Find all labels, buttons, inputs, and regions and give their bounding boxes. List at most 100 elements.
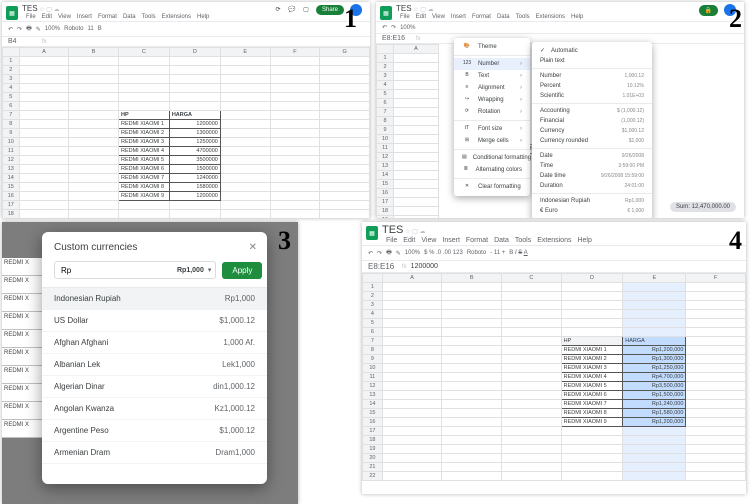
menu-item-number[interactable]: 123Number›: [454, 58, 530, 70]
cell[interactable]: [502, 418, 562, 427]
name-box[interactable]: E8:E16: [368, 262, 398, 271]
share-button[interactable]: Share: [316, 5, 344, 15]
cell[interactable]: [69, 147, 119, 156]
cell[interactable]: [270, 102, 320, 111]
cell[interactable]: [19, 183, 69, 192]
row-header[interactable]: 18: [363, 436, 383, 445]
cell[interactable]: [561, 301, 623, 310]
cell[interactable]: [270, 210, 320, 219]
cell[interactable]: [442, 373, 502, 382]
menu-format[interactable]: Format: [98, 14, 117, 20]
menu-item-wrapping[interactable]: ↪Wrapping›: [454, 94, 530, 106]
row-header[interactable]: 20: [363, 454, 383, 463]
cell[interactable]: [69, 174, 119, 183]
menu-help[interactable]: Help: [197, 14, 209, 20]
cell[interactable]: [382, 445, 442, 454]
cell[interactable]: [502, 292, 562, 301]
cell[interactable]: [442, 283, 502, 292]
cell[interactable]: [270, 165, 320, 174]
redo-icon[interactable]: ↷: [17, 26, 22, 33]
menu-data[interactable]: Data: [123, 14, 136, 20]
row-header[interactable]: 2: [363, 292, 383, 301]
cell[interactable]: [270, 84, 320, 93]
cell[interactable]: [19, 147, 69, 156]
cell[interactable]: [169, 201, 220, 210]
star-icon[interactable]: ☆: [39, 7, 44, 13]
cell[interactable]: [320, 75, 370, 84]
cell[interactable]: [220, 66, 270, 75]
cell[interactable]: [442, 310, 502, 319]
cell[interactable]: REDMI XIAOMI 5: [118, 156, 169, 165]
menu-item-indonesian-rupiah[interactable]: Indonesian RupiahRp1,000: [532, 196, 652, 206]
cell[interactable]: [502, 337, 562, 346]
cell[interactable]: 4700000: [169, 147, 220, 156]
cell[interactable]: [382, 409, 442, 418]
cell[interactable]: [270, 138, 320, 147]
cell[interactable]: [320, 165, 370, 174]
cell[interactable]: [320, 57, 370, 66]
cell[interactable]: [220, 111, 270, 120]
cell[interactable]: HP: [118, 111, 169, 120]
cell[interactable]: [169, 210, 220, 219]
cell[interactable]: [502, 427, 562, 436]
cell[interactable]: REDMI XIAOMI 3: [561, 364, 623, 373]
cell[interactable]: [442, 463, 502, 472]
cell[interactable]: [118, 102, 169, 111]
share-button[interactable]: 🔒: [699, 5, 718, 16]
menu-item-plain-text[interactable]: Plain text: [532, 56, 652, 66]
cell[interactable]: [320, 138, 370, 147]
cell[interactable]: [686, 337, 746, 346]
cell[interactable]: [320, 66, 370, 75]
cell[interactable]: [502, 382, 562, 391]
cell[interactable]: 1300000: [169, 129, 220, 138]
cell[interactable]: [320, 192, 370, 201]
history-icon[interactable]: ⟳: [274, 6, 282, 14]
cell[interactable]: [270, 57, 320, 66]
doc-title[interactable]: TES: [22, 4, 38, 13]
cell[interactable]: [686, 364, 746, 373]
font-select[interactable]: Roboto: [467, 250, 486, 256]
menu-tools[interactable]: Tools: [516, 14, 530, 20]
cell[interactable]: [169, 102, 220, 111]
cell[interactable]: [382, 346, 442, 355]
chevron-down-icon[interactable]: ▾: [208, 266, 212, 274]
cell[interactable]: [623, 283, 686, 292]
format-menu[interactable]: 🎨Theme123Number›BText›≡Alignment›↪Wrappi…: [454, 38, 530, 196]
spreadsheet-grid[interactable]: A123456789101112131415161718192021222324: [376, 44, 439, 218]
cell[interactable]: [502, 319, 562, 328]
row-header[interactable]: 8: [363, 346, 383, 355]
cell[interactable]: [686, 301, 746, 310]
cell[interactable]: [220, 93, 270, 102]
cell[interactable]: [502, 472, 562, 481]
cell[interactable]: [623, 319, 686, 328]
cell[interactable]: [382, 355, 442, 364]
cell[interactable]: [382, 463, 442, 472]
cell[interactable]: [561, 319, 623, 328]
cell[interactable]: [69, 201, 119, 210]
star-icon[interactable]: ☆: [405, 229, 410, 235]
cell[interactable]: [442, 409, 502, 418]
name-box[interactable]: E8:E16: [382, 35, 412, 42]
cell[interactable]: REDMI XIAOMI 6: [561, 391, 623, 400]
cell[interactable]: [270, 120, 320, 129]
cell[interactable]: [19, 93, 69, 102]
cell[interactable]: [69, 75, 119, 84]
cell[interactable]: [442, 445, 502, 454]
cell[interactable]: [561, 328, 623, 337]
cell[interactable]: HARGA: [169, 111, 220, 120]
cell[interactable]: [502, 409, 562, 418]
cell[interactable]: 3500000: [169, 156, 220, 165]
cell[interactable]: [502, 355, 562, 364]
menu-extensions[interactable]: Extensions: [536, 14, 565, 20]
cell[interactable]: REDMI XIAOMI 8: [118, 183, 169, 192]
row-header[interactable]: 14: [363, 400, 383, 409]
cell[interactable]: [686, 382, 746, 391]
cell[interactable]: REDMI XIAOMI 2: [561, 355, 623, 364]
cloud-icon[interactable]: ☁: [54, 7, 60, 13]
print-icon[interactable]: 🖶: [26, 24, 32, 34]
cell[interactable]: [502, 391, 562, 400]
cell[interactable]: [442, 328, 502, 337]
cell[interactable]: [69, 102, 119, 111]
cell[interactable]: 1500000: [169, 165, 220, 174]
cell[interactable]: [686, 391, 746, 400]
